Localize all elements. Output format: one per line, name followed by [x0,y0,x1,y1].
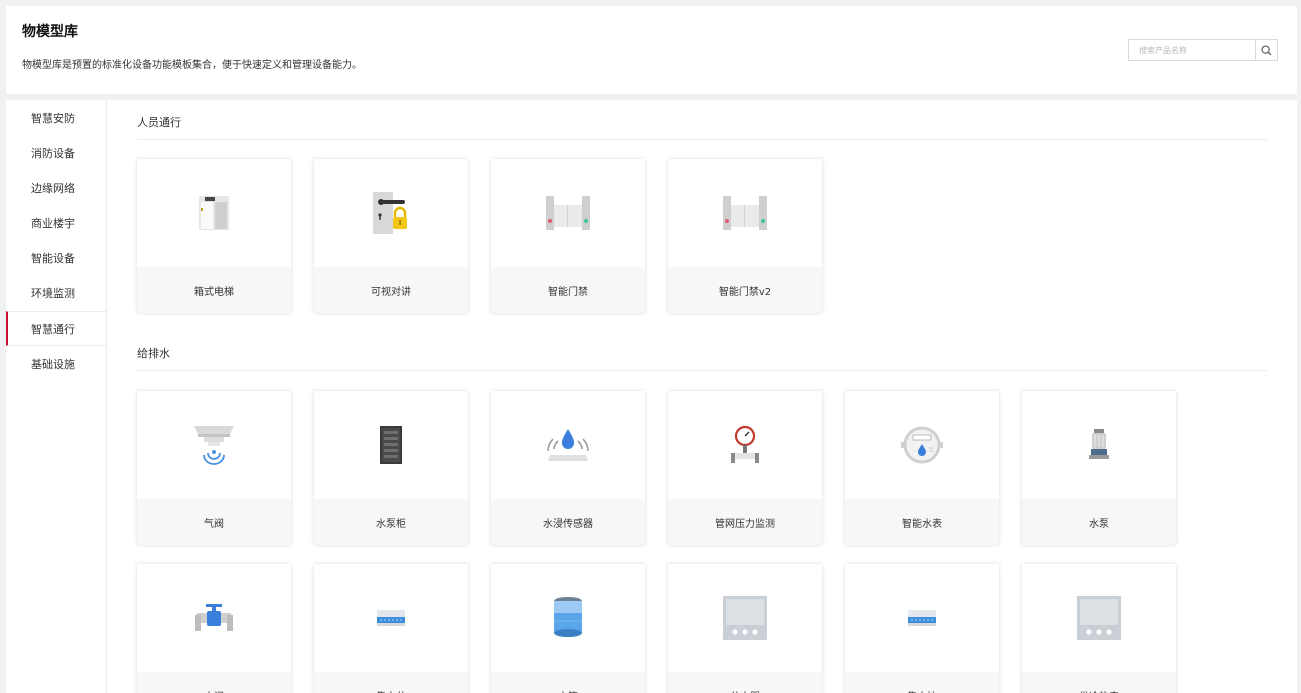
turnstile-gate-icon [723,196,767,230]
product-card-water-leak-sensor[interactable]: 水浸传感器 [491,391,645,545]
product-card-water-tank[interactable]: 水箱 [491,564,645,693]
section-title-water-supply-drainage: 给排水 [137,347,170,360]
water-pump-icon [1089,429,1109,459]
card-label: 智能门禁v2 [668,267,822,313]
card-label: 水箱 [491,672,645,693]
card-label: 供冷热表 [1022,672,1176,693]
water-valve-icon [195,604,233,631]
product-card-smart-access-control[interactable]: 智能门禁 [491,159,645,313]
card-label: 水泵柜 [314,499,468,545]
card-label: 管网压力监测 [668,499,822,545]
control-panel-icon [1077,596,1121,640]
main-panel: 智慧安防 消防设备 边缘网络 商业楼宇 智能设备 环境监测 智慧通行 基础设施 … [6,100,1297,693]
sidebar-item-environment-monitoring[interactable]: 环境监测 [6,275,106,310]
card-label: 箱式电梯 [137,267,291,313]
search-icon [1261,44,1272,55]
product-card-pump-cabinet[interactable]: 水泵柜 [314,391,468,545]
sidebar-item-commercial-building[interactable]: 商业楼宇 [6,205,106,240]
card-label: 智能水表 [845,499,999,545]
card-label: 水泵 [1022,499,1176,545]
box-elevator-icon [199,196,229,230]
page-description: 物模型库是预置的标准化设备功能模板集合，便于快速定义和管理设备能力。 [22,60,362,71]
product-card-pipe-pressure-monitor[interactable]: 管网压力监测 [668,391,822,545]
section-divider [137,139,1267,140]
product-card-water-pump[interactable]: 水泵 [1022,391,1176,545]
collector-icon [377,610,405,626]
pressure-gauge-icon [731,425,759,463]
section-title-personnel-access: 人员通行 [137,116,181,129]
search-input[interactable] [1129,40,1255,60]
product-card-sump-pit[interactable]: 集水坑 [845,564,999,693]
door-lock-intercom-icon [373,192,407,234]
product-card-gas-valve[interactable]: 气阀 [137,391,291,545]
card-label: 水阀 [137,672,291,693]
sidebar-item-edge-network[interactable]: 边缘网络 [6,170,106,205]
sidebar-item-smart-access[interactable]: 智慧通行 [6,311,106,346]
page-title: 物模型库 [22,24,78,40]
card-label: 水浸传感器 [491,499,645,545]
search-box [1128,39,1278,61]
card-label: 集水井 [314,672,468,693]
sidebar-item-fire-equipment[interactable]: 消防设备 [6,135,106,170]
product-card-box-elevator[interactable]: 箱式电梯 [137,159,291,313]
sidebar-item-smart-security[interactable]: 智慧安防 [6,100,106,135]
search-button[interactable] [1255,40,1277,60]
product-card-smart-water-meter[interactable]: 智能水表 [845,391,999,545]
card-label: 智能门禁 [491,267,645,313]
card-label: 集水坑 [845,672,999,693]
product-card-smart-access-control-v2[interactable]: 智能门禁v2 [668,159,822,313]
pump-cabinet-icon [380,426,402,464]
card-label: 可视对讲 [314,267,468,313]
page-header: 物模型库 物模型库是预置的标准化设备功能模板集合，便于快速定义和管理设备能力。 [6,6,1297,94]
card-label: 分水器 [668,672,822,693]
sidebar-item-infrastructure[interactable]: 基础设施 [6,346,106,381]
product-card-water-valve[interactable]: 水阀 [137,564,291,693]
control-panel-icon [723,596,767,640]
section-divider [137,370,1267,371]
water-tank-icon [554,597,582,637]
product-card-collector-well[interactable]: 集水井 [314,564,468,693]
water-meter-icon [901,426,943,464]
card-label: 气阀 [137,499,291,545]
product-card-heating-cooling-meter[interactable]: 供冷热表 [1022,564,1176,693]
category-sidebar: 智慧安防 消防设备 边缘网络 商业楼宇 智能设备 环境监测 智慧通行 基础设施 [6,100,107,693]
collector-icon [908,610,936,626]
sidebar-item-smart-devices[interactable]: 智能设备 [6,240,106,275]
gas-valve-icon [194,426,234,465]
water-leak-sensor-icon [547,429,589,461]
product-card-video-intercom[interactable]: 可视对讲 [314,159,468,313]
product-card-water-distributor[interactable]: 分水器 [668,564,822,693]
turnstile-gate-icon [546,196,590,230]
